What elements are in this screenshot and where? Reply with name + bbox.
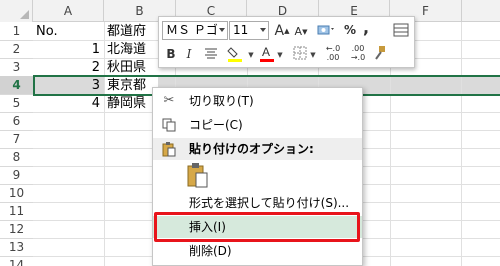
align-center-icon[interactable] [201,45,221,66]
fill-color-icon[interactable] [225,44,247,69]
bold-icon[interactable]: B [163,45,179,63]
mini-toolbar: ＭＳ Ｐゴ 11 A▲ A▼ % , B I ▼ A ▼ ▼ ←.0.00 .0… [158,16,415,68]
select-all-button[interactable] [0,0,33,22]
format-painter-icon[interactable] [371,44,389,67]
increase-decimal-icon[interactable]: ←.0.00 [322,44,344,62]
menu-item-label: 削除(D) [189,244,232,258]
font-name-value: ＭＳ Ｐゴ [166,23,218,37]
menu-item-label: コピー(C) [189,118,243,132]
cell-a5[interactable]: 4 [33,94,104,113]
font-size-value: 11 [233,23,249,37]
row-header-selected[interactable]: 4 [0,76,33,95]
chevron-down-icon [219,28,225,32]
decrease-decimal-icon[interactable]: .00 →.0 [347,44,369,62]
menu-item-label: 切り取り(T) [189,94,254,108]
paste-clipboard-icon[interactable] [187,163,209,189]
highlight-annotation-box [154,212,360,242]
cell-b5[interactable]: 静岡県 [104,94,158,113]
menu-item-cut[interactable]: ✂ 切り取り(T) [153,90,362,112]
row-header[interactable]: 11 [0,202,33,221]
row-header[interactable]: 10 [0,184,33,203]
percent-style-button[interactable]: % [342,21,358,39]
row-header[interactable]: 14 [0,256,33,266]
chevron-down-icon[interactable]: ▼ [276,46,284,64]
accounting-format-icon[interactable] [315,21,337,44]
comma-style-button[interactable]: , [360,19,372,37]
row-header[interactable]: 13 [0,238,33,257]
borders-icon[interactable] [291,44,309,67]
svg-text:A: A [262,45,270,59]
row-header[interactable]: 5 [0,94,33,113]
scissors-icon: ✂ [163,93,175,108]
row-header[interactable]: 12 [0,220,33,239]
menu-item-delete[interactable]: 削除(D) [153,240,362,262]
menu-item-paste-special[interactable]: 形式を選択して貼り付け(S)... [153,192,362,214]
font-color-icon[interactable]: A [258,44,276,69]
decrease-font-size-icon[interactable]: A▼ [293,23,309,41]
increase-font-size-icon[interactable]: A▲ [274,22,290,40]
font-name-box[interactable]: ＭＳ Ｐゴ [162,21,228,40]
menu-item-copy[interactable]: コピー(C) [153,114,362,136]
format-painter-table-icon[interactable] [391,21,411,44]
chevron-down-icon [260,28,266,32]
row-header[interactable]: 9 [0,166,33,185]
row-header[interactable]: 8 [0,148,33,167]
row-header[interactable]: 6 [0,112,33,131]
paste-options-label: 貼り付けのオプション: [189,142,314,156]
font-size-box[interactable]: 11 [229,21,269,40]
column-header-a[interactable]: A [33,0,104,22]
row-header[interactable]: 2 [0,40,33,59]
cell-a2[interactable]: 1 [33,40,104,59]
chevron-down-icon[interactable]: ▼ [247,46,255,64]
cell-b1[interactable]: 都道府 [104,22,158,41]
cell-a1[interactable]: No. [33,22,104,41]
paste-options-header: 貼り付けのオプション: [153,138,362,160]
menu-item-label: 形式を選択して貼り付け(S)... [189,196,350,210]
copy-icon [161,117,177,133]
paste-icon [161,141,177,157]
row-header[interactable]: 3 [0,58,33,77]
row-header[interactable]: 1 [0,22,33,41]
row-header[interactable]: 7 [0,130,33,149]
chevron-down-icon[interactable]: ▼ [309,46,317,64]
italic-icon[interactable]: I [181,45,197,63]
